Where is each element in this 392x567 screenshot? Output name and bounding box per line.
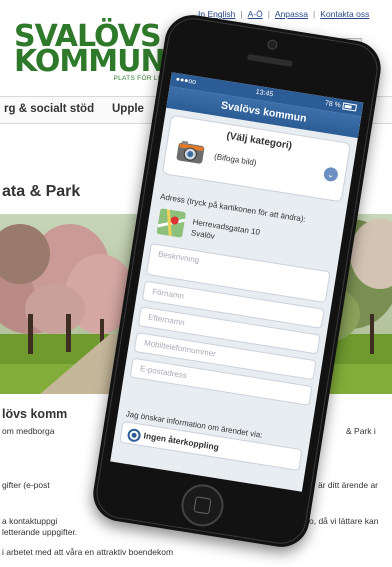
first-name-placeholder: Förnamn [151, 286, 185, 301]
link-anpassa[interactable]: Anpassa [275, 9, 308, 19]
email-placeholder: E-postadress [139, 363, 188, 381]
address-city: Svalöv [190, 228, 216, 241]
body-line-4: är ditt ärende ar [318, 480, 379, 490]
link-a-o[interactable]: A-Ö [248, 9, 263, 19]
home-button-icon[interactable] [178, 481, 227, 530]
photo-scene: In English | A-Ö | Anpassa | Kontakta oss SVAL… [0, 0, 392, 567]
front-camera [266, 38, 279, 51]
top-links: In English | A-Ö | Anpassa | Kontakta oss [198, 9, 370, 19]
radio-selected-icon[interactable] [126, 427, 142, 443]
status-time: 13:45 [255, 88, 274, 99]
feedback-option-label[interactable]: Ingen återkoppling [143, 430, 220, 452]
nav-item-socialt-stod[interactable]: rg & socialt stöd [4, 103, 94, 115]
map-icon[interactable] [156, 208, 186, 238]
description-placeholder: Beskrivning [157, 249, 200, 265]
logo-line2: KOMMUN [14, 44, 166, 79]
link-kontakta-oss[interactable]: Kontakta oss [320, 9, 369, 19]
body-line-6: o, då vi lättare kan [309, 516, 379, 526]
phone-screen: ●●●oo 13:45 78 % Svalövs kommun (Välj ka… [110, 72, 364, 492]
camera-icon[interactable] [175, 139, 206, 165]
body-line-1: om medborga [2, 426, 55, 436]
battery-percent: 78 % [324, 99, 342, 110]
svalov-logo[interactable]: SVALÖVS KOMMUN PLATS FÖR LIV [14, 22, 166, 83]
signal-indicator: ●●●oo [175, 75, 197, 87]
earpiece-speaker [246, 53, 294, 67]
nav-item-upplev[interactable]: Upple [112, 103, 144, 115]
body-line-5: a kontaktuppgi [2, 516, 58, 526]
mobile-number-placeholder: Mobiltelefonnummer [143, 338, 217, 359]
smartphone: ●●●oo 13:45 78 % Svalövs kommun (Välj ka… [89, 11, 385, 551]
body-line-3: gifter (e-post [2, 480, 50, 490]
last-name-placeholder: Efternamn [147, 312, 186, 328]
section-subheading: lövs komm [2, 407, 68, 421]
attach-image-label[interactable]: (Bifoga bild) [214, 152, 258, 168]
page-heading: ata & Park [2, 183, 81, 200]
body-line-7: letterande uppgifter. [2, 527, 78, 537]
body-line-2: & Park i [346, 426, 376, 436]
chevron-down-icon[interactable]: ⌄ [322, 166, 339, 183]
battery-icon [342, 102, 358, 112]
body-line-8: i arbetet med att våra en attraktiv boen… [2, 547, 174, 557]
